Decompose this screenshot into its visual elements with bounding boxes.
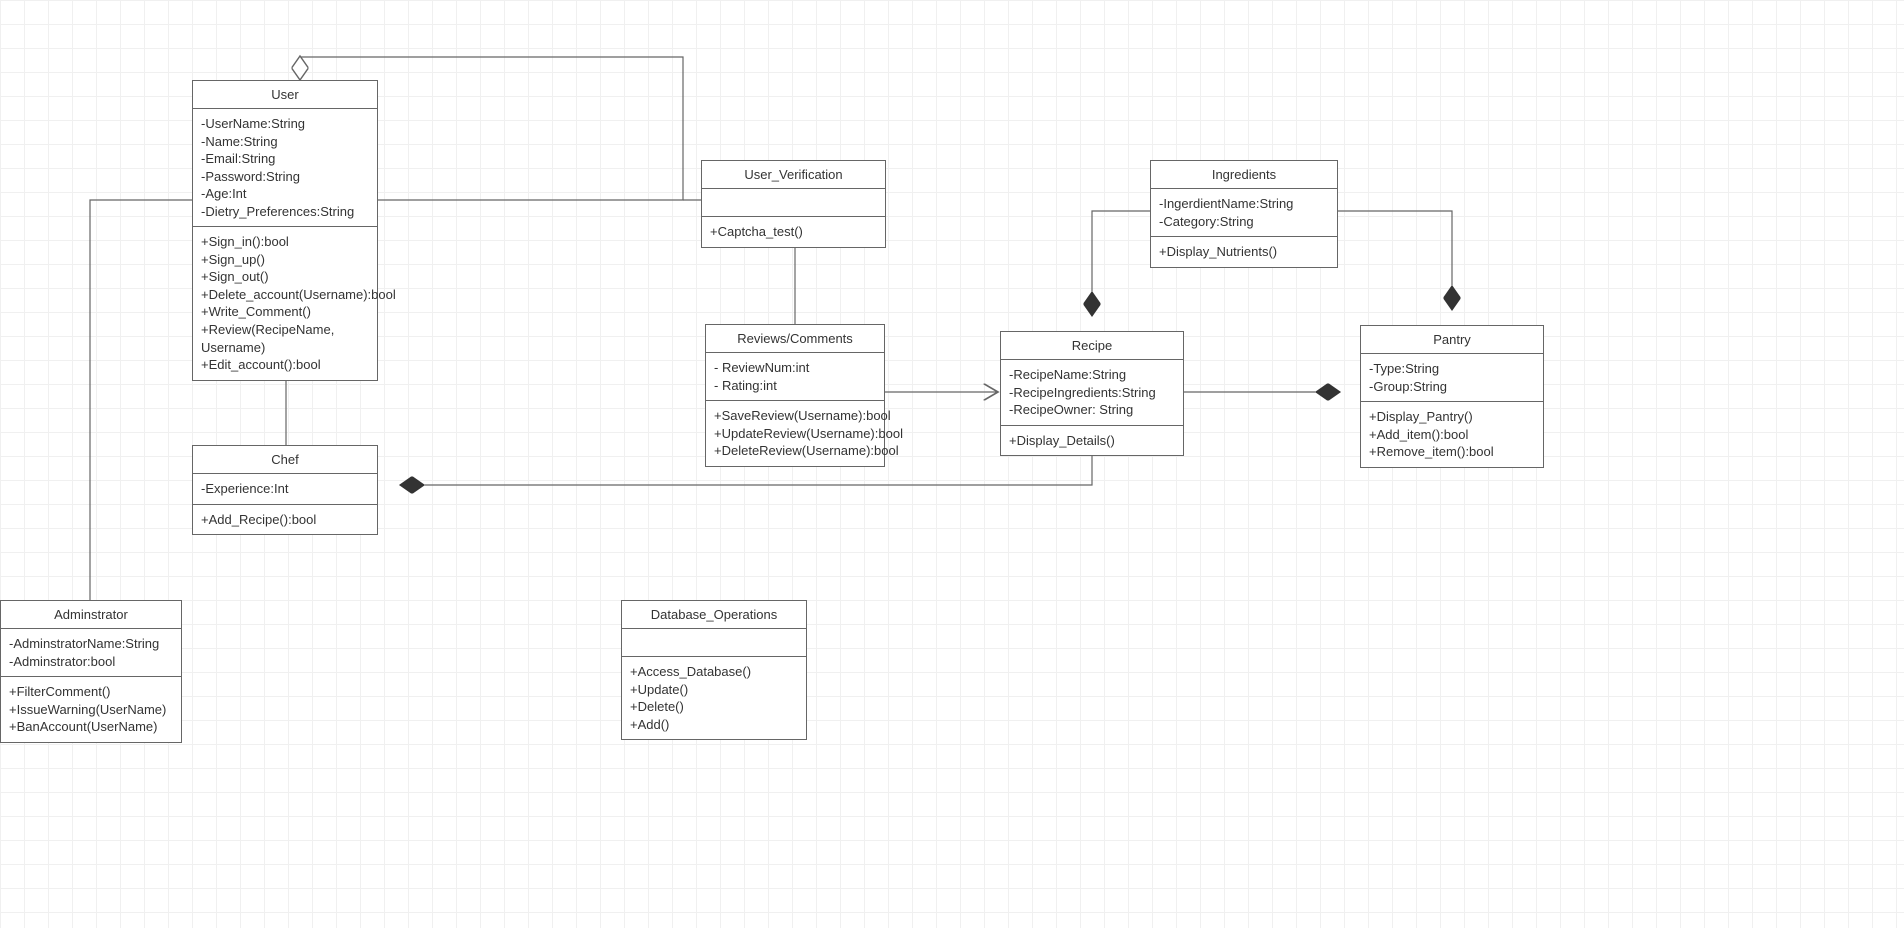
class-title: Adminstrator — [1, 601, 181, 629]
class-title: Database_Operations — [622, 601, 806, 629]
op-row: +Sign_in():bool — [201, 233, 369, 251]
attributes-section: -UserName:String -Name:String -Email:Str… — [193, 109, 377, 227]
attr-row: -Experience:Int — [201, 480, 369, 498]
op-row: +SaveReview(Username):bool — [714, 407, 876, 425]
attributes-section — [622, 629, 806, 657]
attr-row: -Name:String — [201, 133, 369, 151]
attr-row: -RecipeName:String — [1009, 366, 1175, 384]
attr-row: -RecipeIngredients:String — [1009, 384, 1175, 402]
op-row: +DeleteReview(Username):bool — [714, 442, 876, 460]
operations-section: +FilterComment() +IssueWarning(UserName)… — [1, 677, 181, 742]
attr-row: -RecipeOwner: String — [1009, 401, 1175, 419]
op-row: +Captcha_test() — [710, 223, 877, 241]
attr-row: -UserName:String — [201, 115, 369, 133]
attr-row: -AdminstratorName:String — [9, 635, 173, 653]
attr-row: -Age:Int — [201, 185, 369, 203]
op-row: +BanAccount(UserName) — [9, 718, 173, 736]
operations-section: +Access_Database() +Update() +Delete() +… — [622, 657, 806, 739]
op-row: +Access_Database() — [630, 663, 798, 681]
class-ingredients[interactable]: Ingredients -IngerdientName:String -Cate… — [1150, 160, 1338, 268]
class-title: Pantry — [1361, 326, 1543, 354]
op-row: +Add_item():bool — [1369, 426, 1535, 444]
op-row: +IssueWarning(UserName) — [9, 701, 173, 719]
class-title: Recipe — [1001, 332, 1183, 360]
op-row: +Delete_account(Username):bool — [201, 286, 369, 304]
operations-section: +Captcha_test() — [702, 217, 885, 247]
op-row: +Update() — [630, 681, 798, 699]
operations-section: +Display_Details() — [1001, 426, 1183, 456]
class-user-verification[interactable]: User_Verification +Captcha_test() — [701, 160, 886, 248]
attributes-section: -AdminstratorName:String -Adminstrator:b… — [1, 629, 181, 677]
attr-row: -Group:String — [1369, 378, 1535, 396]
op-row: +Display_Pantry() — [1369, 408, 1535, 426]
attributes-section — [702, 189, 885, 217]
op-row: +Display_Details() — [1009, 432, 1175, 450]
class-title: Chef — [193, 446, 377, 474]
operations-section: +Display_Nutrients() — [1151, 237, 1337, 267]
op-row: +Remove_item():bool — [1369, 443, 1535, 461]
attr-row: - Rating:int — [714, 377, 876, 395]
op-row: +Review(RecipeName, Username) — [201, 321, 369, 356]
attributes-section: - ReviewNum:int - Rating:int — [706, 353, 884, 401]
class-reviews-comments[interactable]: Reviews/Comments - ReviewNum:int - Ratin… — [705, 324, 885, 467]
diagram-canvas[interactable]: User -UserName:String -Name:String -Emai… — [0, 0, 1904, 928]
op-row: +Write_Comment() — [201, 303, 369, 321]
attr-row: - ReviewNum:int — [714, 359, 876, 377]
class-chef[interactable]: Chef -Experience:Int +Add_Recipe():bool — [192, 445, 378, 535]
class-title: User_Verification — [702, 161, 885, 189]
op-row: +Edit_account():bool — [201, 356, 369, 374]
attr-row: -Type:String — [1369, 360, 1535, 378]
op-row: +Sign_up() — [201, 251, 369, 269]
class-title: User — [193, 81, 377, 109]
attributes-section: -RecipeName:String -RecipeIngredients:St… — [1001, 360, 1183, 426]
op-row: +Sign_out() — [201, 268, 369, 286]
operations-section: +Sign_in():bool +Sign_up() +Sign_out() +… — [193, 227, 377, 379]
attr-row: -Email:String — [201, 150, 369, 168]
operations-section: +SaveReview(Username):bool +UpdateReview… — [706, 401, 884, 466]
attr-row: -Dietry_Preferences:String — [201, 203, 369, 221]
class-database-operations[interactable]: Database_Operations +Access_Database() +… — [621, 600, 807, 740]
attributes-section: -Type:String -Group:String — [1361, 354, 1543, 402]
op-row: +UpdateReview(Username):bool — [714, 425, 876, 443]
attr-row: -Password:String — [201, 168, 369, 186]
attributes-section: -IngerdientName:String -Category:String — [1151, 189, 1337, 237]
attr-row: -Adminstrator:bool — [9, 653, 173, 671]
op-row: +Display_Nutrients() — [1159, 243, 1329, 261]
class-pantry[interactable]: Pantry -Type:String -Group:String +Displ… — [1360, 325, 1544, 468]
operations-section: +Display_Pantry() +Add_item():bool +Remo… — [1361, 402, 1543, 467]
op-row: +Delete() — [630, 698, 798, 716]
attr-row: -IngerdientName:String — [1159, 195, 1329, 213]
class-administrator[interactable]: Adminstrator -AdminstratorName:String -A… — [0, 600, 182, 743]
attr-row: -Category:String — [1159, 213, 1329, 231]
class-title: Reviews/Comments — [706, 325, 884, 353]
class-user[interactable]: User -UserName:String -Name:String -Emai… — [192, 80, 378, 381]
class-recipe[interactable]: Recipe -RecipeName:String -RecipeIngredi… — [1000, 331, 1184, 456]
op-row: +Add() — [630, 716, 798, 734]
attributes-section: -Experience:Int — [193, 474, 377, 505]
operations-section: +Add_Recipe():bool — [193, 505, 377, 535]
op-row: +Add_Recipe():bool — [201, 511, 369, 529]
op-row: +FilterComment() — [9, 683, 173, 701]
class-title: Ingredients — [1151, 161, 1337, 189]
